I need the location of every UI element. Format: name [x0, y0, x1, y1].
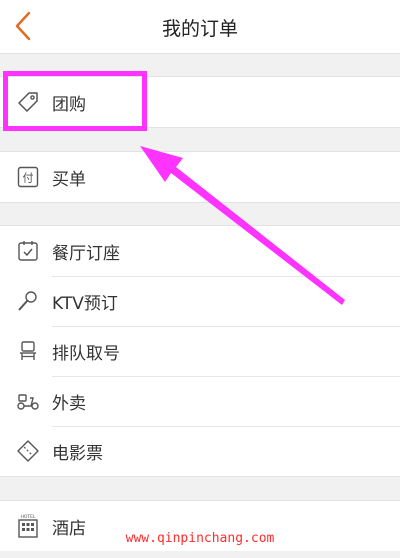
- annotation-arrow: [140, 146, 345, 305]
- watermark: www.qinpinchang.com: [125, 531, 275, 546]
